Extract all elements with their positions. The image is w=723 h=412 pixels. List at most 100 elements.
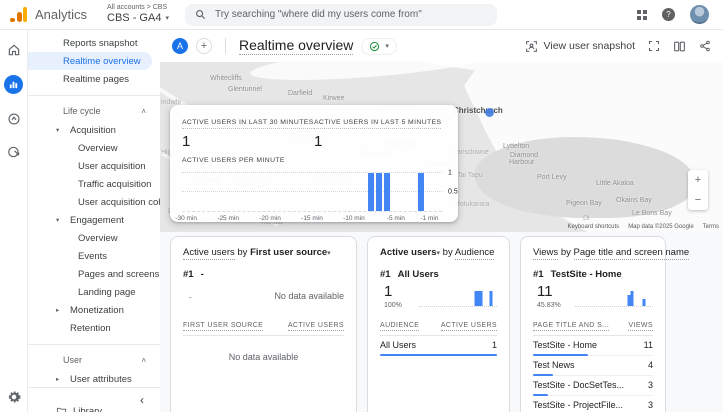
rank-label: #1 — [533, 269, 544, 280]
sidebar-item-label: Events — [78, 251, 107, 262]
chart-bar — [384, 173, 390, 211]
x-tick-label: -25 min — [217, 215, 239, 222]
chart-gridline — [182, 191, 442, 192]
map-place-label: Darfield — [288, 90, 312, 97]
view-user-snapshot-button[interactable]: View user snapshot — [525, 40, 635, 53]
card-active-users-by-audience: Active users▾ by Audience #1 All Users 1… — [367, 236, 510, 412]
sidebar-item-user-acquisition[interactable]: User acquisition — [28, 157, 160, 175]
map-place-label: Okains Bay — [616, 197, 652, 204]
collapse-arrow-icon[interactable]: ▾ — [56, 126, 70, 134]
map-keyboard-shortcuts-link[interactable]: Keyboard shortcuts — [567, 224, 619, 230]
metric-selector[interactable]: Views — [533, 247, 558, 260]
check-circle-icon — [369, 41, 380, 52]
sidebar-section-user: User˄ — [28, 350, 160, 370]
x-tick-label: -5 min — [387, 215, 405, 222]
comparison-chip[interactable]: A — [172, 38, 188, 54]
page-title[interactable]: Realtime overview — [239, 37, 353, 55]
sidebar-item-overview[interactable]: Overview — [28, 139, 160, 157]
compare-reports-icon[interactable] — [673, 40, 686, 53]
realtime-summary-card: ACTIVE USERS IN LAST 30 MINUTES 1 ACTIVE… — [170, 105, 458, 222]
report-nav-sidebar: Reports snapshotRealtime overviewRealtim… — [28, 30, 160, 412]
active-users-5min-label[interactable]: ACTIVE USERS IN LAST 5 MINUTES — [314, 119, 441, 129]
sidebar-item-reports-snapshot[interactable]: Reports snapshot — [28, 34, 160, 52]
map-place-label: Port Levy — [537, 174, 567, 181]
column-header-metric: VIEWS — [628, 322, 653, 331]
x-tick-label: -1 min — [420, 215, 438, 222]
sidebar-item-pages-and-screens[interactable]: Pages and screens — [28, 265, 160, 283]
column-header-metric: ACTIVE USERS — [288, 322, 344, 331]
row-label: TestSite - Home — [533, 340, 597, 350]
map-terms-link[interactable]: Terms — [703, 224, 719, 230]
y-tick-label: 1 — [448, 169, 452, 176]
audience-sparkline — [419, 290, 497, 307]
table-row: Test News4 — [533, 356, 653, 376]
chevron-down-icon: ▾ — [165, 15, 169, 23]
active-users-per-minute-label: ACTIVE USERS PER MINUTE — [182, 157, 285, 166]
admin-gear-icon[interactable] — [7, 390, 21, 404]
sidebar-item-label: Acquisition — [70, 125, 116, 136]
map-place-label: Glentunnel — [228, 86, 262, 93]
dimension-selector[interactable]: First user source — [250, 247, 327, 258]
x-tick-label: -20 min — [259, 215, 281, 222]
analytics-logo-icon[interactable] — [10, 7, 28, 22]
report-status-badge[interactable]: ▾ — [361, 38, 397, 55]
apps-grid-icon[interactable] — [637, 10, 647, 20]
brand-title: Analytics — [35, 7, 87, 22]
sidebar-item-label: Overview — [78, 233, 118, 244]
x-tick-label: -15 min — [301, 215, 323, 222]
expand-arrow-icon[interactable]: ▸ — [56, 306, 70, 314]
y-tick-label: 0.5 — [448, 189, 458, 196]
view-user-snapshot-label: View user snapshot — [544, 40, 635, 52]
add-comparison-button[interactable]: + — [196, 38, 212, 54]
map-place-label: Christchurch — [453, 106, 503, 115]
reports-icon[interactable] — [4, 75, 23, 94]
sidebar-item-overview[interactable]: Overview — [28, 229, 160, 247]
card-active-users-by-first-user-source: Active users by First user source▾ #1 - … — [170, 236, 357, 412]
realtime-geo-map[interactable]: WhitecliffsGlentunnelDarfieldKirweeWest … — [160, 62, 723, 232]
table-row: TestSite - ProjectFile...3 — [533, 396, 653, 412]
sidebar-item-engagement[interactable]: ▾Engagement — [28, 211, 160, 229]
fullscreen-icon[interactable] — [648, 40, 660, 52]
sidebar-item-monetization[interactable]: ▸Monetization — [28, 301, 160, 319]
home-icon[interactable] — [6, 42, 22, 58]
property-selector[interactable]: All accounts > CBS CBS - GA4 ▾ — [107, 4, 169, 25]
sidebar-item-retention[interactable]: Retention — [28, 319, 160, 337]
row-label: TestSite - DocSetTes... — [533, 380, 624, 390]
card-views-by-page-title: Views by Page title and screen name #1 T… — [520, 236, 666, 412]
map-zoom-in-button[interactable]: + — [695, 175, 701, 186]
sidebar-item-label: Pages and screens — [78, 269, 159, 280]
collapse-section-icon[interactable]: ˄ — [141, 356, 146, 365]
collapse-section-icon[interactable]: ˄ — [141, 107, 146, 116]
sidebar-item-events[interactable]: Events — [28, 247, 160, 265]
sidebar-item-user-attributes[interactable]: ▸User attributes — [28, 370, 160, 388]
sidebar-item-realtime-overview[interactable]: Realtime overview — [28, 52, 152, 70]
advertising-icon[interactable] — [6, 144, 22, 160]
sidebar-item-user-acquisition-cohorts[interactable]: User acquisition cohorts — [28, 193, 160, 211]
chart-gridline — [182, 172, 442, 173]
no-data-note: No data available — [274, 291, 344, 301]
active-users-30min-value: 1 — [182, 133, 314, 150]
help-icon[interactable]: ? — [662, 8, 675, 21]
map-zoom-out-button[interactable]: − — [695, 195, 701, 206]
sidebar-item-label: Traffic acquisition — [78, 179, 151, 190]
sidebar-item-traffic-acquisition[interactable]: Traffic acquisition — [28, 175, 160, 193]
property-name: CBS - GA4 — [107, 12, 161, 25]
sidebar-item-realtime-pages[interactable]: Realtime pages — [28, 70, 160, 88]
sidebar-item-acquisition[interactable]: ▾Acquisition — [28, 121, 160, 139]
collapse-arrow-icon[interactable]: ▾ — [56, 216, 70, 224]
metric-selector[interactable]: Active users — [380, 247, 437, 258]
dimension-selector[interactable]: Audience — [455, 247, 495, 260]
map-place-label: Kirwee — [323, 95, 344, 102]
chart-bar — [479, 291, 482, 306]
sidebar-item-landing-page[interactable]: Landing page — [28, 283, 160, 301]
active-users-30min-label[interactable]: ACTIVE USERS IN LAST 30 MINUTES — [182, 119, 314, 129]
expand-arrow-icon[interactable]: ▸ — [56, 375, 70, 383]
explore-icon[interactable] — [6, 111, 22, 127]
collapse-sidebar-icon[interactable]: ‹ — [140, 393, 144, 407]
title-by: by — [443, 247, 453, 258]
avatar[interactable] — [690, 5, 709, 24]
dimension-selector[interactable]: Page title and screen name — [574, 247, 690, 260]
search-input[interactable]: Try searching "where did my users come f… — [185, 4, 497, 26]
share-icon[interactable] — [699, 40, 711, 52]
metric-selector[interactable]: Active users — [183, 247, 235, 260]
